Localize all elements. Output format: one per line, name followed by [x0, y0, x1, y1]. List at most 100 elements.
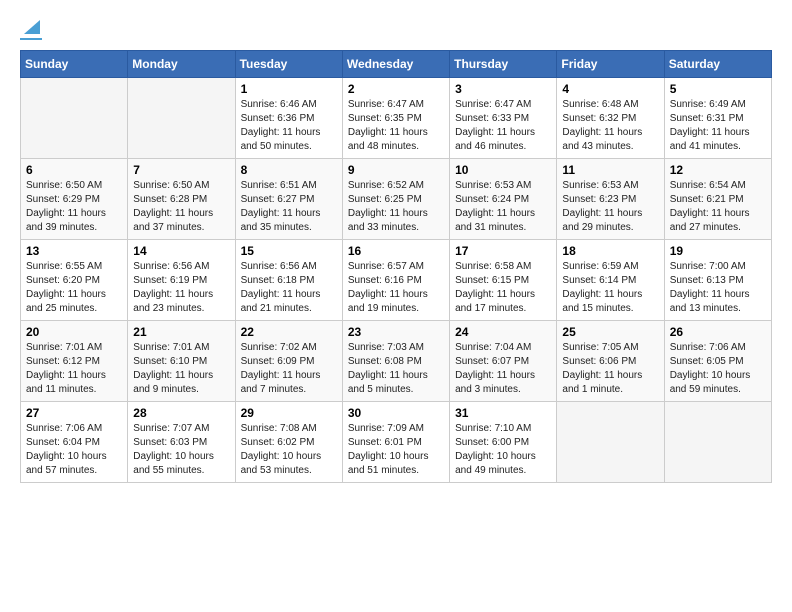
day-number: 21	[133, 325, 229, 339]
calendar-cell: 24 Sunrise: 7:04 AMSunset: 6:07 PMDayligh…	[450, 321, 557, 402]
cell-content: Sunrise: 6:52 AMSunset: 6:25 PMDaylight:…	[348, 179, 444, 235]
day-number: 24	[455, 325, 551, 339]
cell-content: Sunrise: 7:06 AMSunset: 6:04 PMDaylight:…	[26, 422, 122, 478]
day-number: 13	[26, 244, 122, 258]
calendar-header-row: SundayMondayTuesdayWednesdayThursdayFrid…	[21, 51, 772, 78]
calendar-week-row: 6 Sunrise: 6:50 AMSunset: 6:29 PMDaylight…	[21, 159, 772, 240]
cell-content: Sunrise: 6:55 AMSunset: 6:20 PMDaylight:…	[26, 260, 122, 316]
cell-content: Sunrise: 7:07 AMSunset: 6:03 PMDaylight:…	[133, 422, 229, 478]
day-number: 18	[562, 244, 658, 258]
calendar-cell: 9 Sunrise: 6:52 AMSunset: 6:25 PMDaylight…	[342, 159, 449, 240]
calendar-cell: 31Sunrise: 7:10 AMSunset: 6:00 PMDayligh…	[450, 402, 557, 483]
calendar-cell: 27 Sunrise: 7:06 AMSunset: 6:04 PMDayligh…	[21, 402, 128, 483]
day-number: 6	[26, 163, 122, 177]
cell-content: Sunrise: 7:05 AMSunset: 6:06 PMDaylight:…	[562, 341, 658, 397]
calendar-cell: 28 Sunrise: 7:07 AMSunset: 6:03 PMDayligh…	[128, 402, 235, 483]
header-saturday: Saturday	[664, 51, 771, 78]
day-number: 7	[133, 163, 229, 177]
calendar-cell: 7 Sunrise: 6:50 AMSunset: 6:28 PMDaylight…	[128, 159, 235, 240]
day-number: 23	[348, 325, 444, 339]
day-number: 22	[241, 325, 337, 339]
calendar-cell	[664, 402, 771, 483]
calendar-cell: 8Sunrise: 6:51 AMSunset: 6:27 PMDaylight…	[235, 159, 342, 240]
cell-content: Sunrise: 6:57 AMSunset: 6:16 PMDaylight:…	[348, 260, 444, 316]
calendar-cell: 4 Sunrise: 6:48 AMSunset: 6:32 PMDaylight…	[557, 78, 664, 159]
day-number: 20	[26, 325, 122, 339]
cell-content: Sunrise: 7:03 AMSunset: 6:08 PMDaylight:…	[348, 341, 444, 397]
cell-content: Sunrise: 6:49 AMSunset: 6:31 PMDaylight:…	[670, 98, 766, 154]
calendar-week-row: 13 Sunrise: 6:55 AMSunset: 6:20 PMDayligh…	[21, 240, 772, 321]
cell-content: Sunrise: 6:59 AMSunset: 6:14 PMDaylight:…	[562, 260, 658, 316]
day-number: 15	[241, 244, 337, 258]
cell-content: Sunrise: 6:56 AMSunset: 6:19 PMDaylight:…	[133, 260, 229, 316]
cell-content: Sunrise: 7:10 AMSunset: 6:00 PMDaylight:…	[455, 422, 551, 478]
logo	[20, 20, 42, 40]
header-friday: Friday	[557, 51, 664, 78]
calendar-cell: 26Sunrise: 7:06 AMSunset: 6:05 PMDayligh…	[664, 321, 771, 402]
cell-content: Sunrise: 6:54 AMSunset: 6:21 PMDaylight:…	[670, 179, 766, 235]
day-number: 4	[562, 82, 658, 96]
day-number: 27	[26, 406, 122, 420]
calendar-cell: 3Sunrise: 6:47 AMSunset: 6:33 PMDaylight…	[450, 78, 557, 159]
day-number: 19	[670, 244, 766, 258]
logo-arrow-icon	[22, 16, 42, 36]
cell-content: Sunrise: 7:04 AMSunset: 6:07 PMDaylight:…	[455, 341, 551, 397]
calendar-cell: 11 Sunrise: 6:53 AMSunset: 6:23 PMDayligh…	[557, 159, 664, 240]
day-number: 30	[348, 406, 444, 420]
calendar-week-row: 20 Sunrise: 7:01 AMSunset: 6:12 PMDayligh…	[21, 321, 772, 402]
cell-content: Sunrise: 6:53 AMSunset: 6:23 PMDaylight:…	[562, 179, 658, 235]
calendar-cell: 15 Sunrise: 6:56 AMSunset: 6:18 PMDayligh…	[235, 240, 342, 321]
header-monday: Monday	[128, 51, 235, 78]
day-number: 12	[670, 163, 766, 177]
day-number: 5	[670, 82, 766, 96]
day-number: 11	[562, 163, 658, 177]
calendar-cell	[21, 78, 128, 159]
cell-content: Sunrise: 6:50 AMSunset: 6:28 PMDaylight:…	[133, 179, 229, 235]
calendar-cell: 18 Sunrise: 6:59 AMSunset: 6:14 PMDayligh…	[557, 240, 664, 321]
calendar-week-row: 27 Sunrise: 7:06 AMSunset: 6:04 PMDayligh…	[21, 402, 772, 483]
cell-content: Sunrise: 7:08 AMSunset: 6:02 PMDaylight:…	[241, 422, 337, 478]
cell-content: Sunrise: 7:01 AMSunset: 6:10 PMDaylight:…	[133, 341, 229, 397]
cell-content: Sunrise: 6:58 AMSunset: 6:15 PMDaylight:…	[455, 260, 551, 316]
cell-content: Sunrise: 6:50 AMSunset: 6:29 PMDaylight:…	[26, 179, 122, 235]
day-number: 29	[241, 406, 337, 420]
page-header	[20, 20, 772, 40]
header-wednesday: Wednesday	[342, 51, 449, 78]
cell-content: Sunrise: 6:48 AMSunset: 6:32 PMDaylight:…	[562, 98, 658, 154]
calendar-cell: 29 Sunrise: 7:08 AMSunset: 6:02 PMDayligh…	[235, 402, 342, 483]
day-number: 1	[241, 82, 337, 96]
cell-content: Sunrise: 7:01 AMSunset: 6:12 PMDaylight:…	[26, 341, 122, 397]
calendar-cell: 30Sunrise: 7:09 AMSunset: 6:01 PMDayligh…	[342, 402, 449, 483]
calendar-cell: 13 Sunrise: 6:55 AMSunset: 6:20 PMDayligh…	[21, 240, 128, 321]
day-number: 25	[562, 325, 658, 339]
calendar-cell: 20 Sunrise: 7:01 AMSunset: 6:12 PMDayligh…	[21, 321, 128, 402]
calendar-cell	[557, 402, 664, 483]
cell-content: Sunrise: 6:46 AMSunset: 6:36 PMDaylight:…	[241, 98, 337, 154]
calendar-cell: 14Sunrise: 6:56 AMSunset: 6:19 PMDayligh…	[128, 240, 235, 321]
cell-content: Sunrise: 6:56 AMSunset: 6:18 PMDaylight:…	[241, 260, 337, 316]
calendar-cell: 21 Sunrise: 7:01 AMSunset: 6:10 PMDayligh…	[128, 321, 235, 402]
header-sunday: Sunday	[21, 51, 128, 78]
day-number: 2	[348, 82, 444, 96]
day-number: 16	[348, 244, 444, 258]
calendar-cell: 19 Sunrise: 7:00 AMSunset: 6:13 PMDayligh…	[664, 240, 771, 321]
day-number: 9	[348, 163, 444, 177]
calendar-cell: 16 Sunrise: 6:57 AMSunset: 6:16 PMDayligh…	[342, 240, 449, 321]
cell-content: Sunrise: 6:47 AMSunset: 6:35 PMDaylight:…	[348, 98, 444, 154]
header-thursday: Thursday	[450, 51, 557, 78]
calendar-cell: 2 Sunrise: 6:47 AMSunset: 6:35 PMDaylight…	[342, 78, 449, 159]
calendar-cell: 25 Sunrise: 7:05 AMSunset: 6:06 PMDayligh…	[557, 321, 664, 402]
cell-content: Sunrise: 7:02 AMSunset: 6:09 PMDaylight:…	[241, 341, 337, 397]
calendar-cell: 10Sunrise: 6:53 AMSunset: 6:24 PMDayligh…	[450, 159, 557, 240]
calendar-cell: 6 Sunrise: 6:50 AMSunset: 6:29 PMDaylight…	[21, 159, 128, 240]
calendar-cell: 22 Sunrise: 7:02 AMSunset: 6:09 PMDayligh…	[235, 321, 342, 402]
calendar-week-row: 1 Sunrise: 6:46 AMSunset: 6:36 PMDaylight…	[21, 78, 772, 159]
day-number: 8	[241, 163, 337, 177]
day-number: 26	[670, 325, 766, 339]
cell-content: Sunrise: 7:00 AMSunset: 6:13 PMDaylight:…	[670, 260, 766, 316]
cell-content: Sunrise: 6:53 AMSunset: 6:24 PMDaylight:…	[455, 179, 551, 235]
day-number: 28	[133, 406, 229, 420]
header-tuesday: Tuesday	[235, 51, 342, 78]
calendar-cell: 17Sunrise: 6:58 AMSunset: 6:15 PMDayligh…	[450, 240, 557, 321]
calendar-cell: 23 Sunrise: 7:03 AMSunset: 6:08 PMDayligh…	[342, 321, 449, 402]
